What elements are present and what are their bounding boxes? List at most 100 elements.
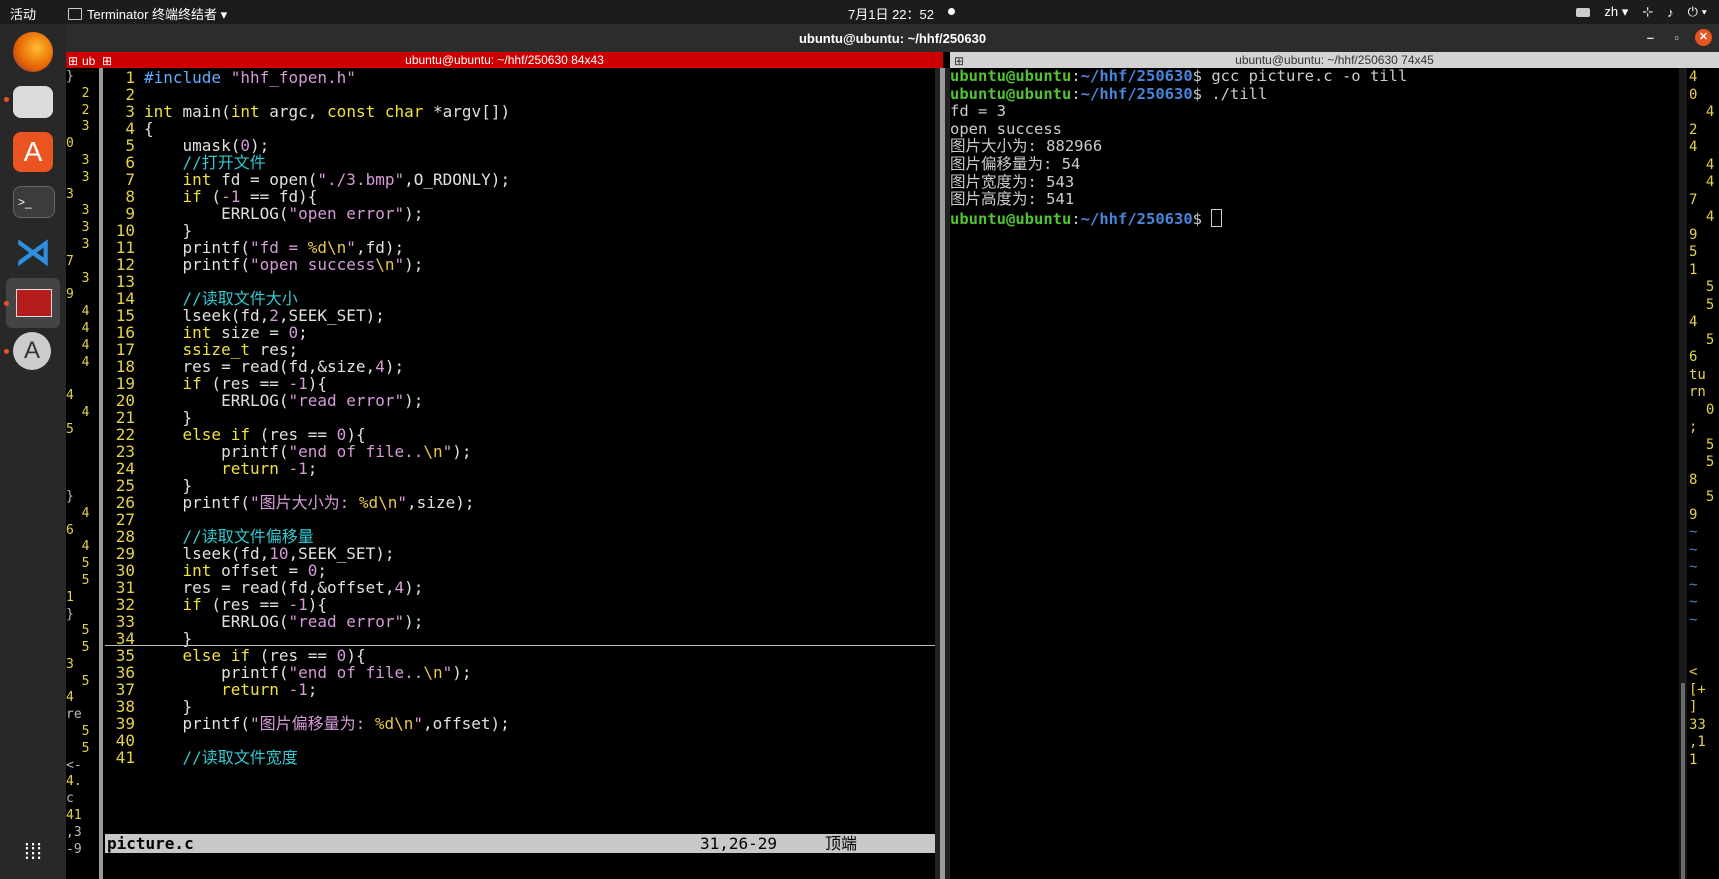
- vscode-icon[interactable]: ⋊: [13, 232, 53, 272]
- split-cell: 7: [1689, 191, 1698, 208]
- right-pane-header[interactable]: ⊞ ubuntu@ubuntu: ~/hhf/250630 74x45: [950, 52, 1719, 68]
- split-cell: <-: [66, 757, 82, 773]
- right-pane-title: ubuntu@ubuntu: ~/hhf/250630 74x45: [1235, 53, 1434, 67]
- code-line[interactable]: 24 return -1;: [105, 459, 318, 479]
- vim-editor[interactable]: 1 #include "hhf_fopen.h" 2 3 int main(int ar…: [105, 68, 935, 879]
- split-cell: 4: [66, 337, 90, 353]
- network-icon[interactable]: ⊹: [1642, 4, 1653, 20]
- grid-icon[interactable]: ⊞: [102, 53, 112, 69]
- scrollbar-thumb[interactable]: [1681, 683, 1685, 879]
- code-text: //读取文件宽度: [144, 748, 298, 767]
- output-line: 图片宽度为: 543: [950, 172, 1075, 191]
- command: gcc picture.c -o till: [1211, 67, 1408, 85]
- split-cell: }: [66, 606, 74, 622]
- files-icon[interactable]: [13, 86, 53, 118]
- split-cell: ,3: [66, 824, 82, 840]
- split-cell: [1689, 646, 1719, 664]
- close-button[interactable]: ✕: [1695, 29, 1712, 46]
- split-cell: [1689, 628, 1719, 646]
- split-cell: 0: [66, 136, 74, 152]
- window-titlebar[interactable]: ubuntu@ubuntu: ~/hhf/250630 – ▫ ✕: [66, 24, 1719, 52]
- split-cell: 4: [66, 505, 90, 521]
- terminal-app-icon: [68, 8, 82, 20]
- terminal-icon[interactable]: >_: [13, 186, 55, 218]
- vim-statusline: picture.c 31,26-29 顶端: [105, 834, 935, 853]
- split-cell: ~: [1689, 541, 1698, 558]
- split-cell: 1: [66, 589, 74, 605]
- split-cell: 7: [66, 253, 74, 269]
- prompt-line: ubuntu@ubuntu:~/hhf/250630$ ./till: [950, 84, 1268, 103]
- split-cell: 0: [1689, 86, 1698, 103]
- terminator-icon: [16, 289, 52, 317]
- split-cell: 4: [66, 304, 90, 320]
- top-bar: 活动 Terminator 终端终结者 ▾ 7月1日 22：52 zh ▾ ⊹ …: [0, 0, 1719, 24]
- split-cell: 5: [66, 740, 90, 756]
- split-cell: 3: [66, 186, 74, 202]
- split-cell: 4: [1689, 69, 1698, 85]
- left-pane-header[interactable]: ⊞ ub ⊞ ubuntu@ubuntu: ~/hhf/250630 84x43: [66, 52, 943, 68]
- pane-divider[interactable]: [935, 68, 950, 879]
- code-line[interactable]: 41 //读取文件宽度: [105, 748, 298, 768]
- split-cell: ~: [1689, 524, 1698, 540]
- minimize-button[interactable]: –: [1647, 30, 1654, 45]
- code-line[interactable]: 3 int main(int argc, const char *argv[]): [105, 102, 510, 122]
- code-line[interactable]: 26 printf("图片大小为: %d\n",size);: [105, 493, 475, 513]
- grid-icon[interactable]: ⊞: [68, 53, 78, 69]
- split-cell: 8: [1689, 471, 1698, 488]
- firefox-icon[interactable]: [13, 32, 53, 72]
- code-line[interactable]: 39 printf("图片偏移量为: %d\n",offset);: [105, 714, 510, 734]
- line-number: 41: [115, 748, 135, 767]
- updater-icon[interactable]: A: [13, 332, 51, 370]
- split-cell: [66, 370, 98, 387]
- power-icon[interactable]: ⏻ ▾: [1688, 4, 1707, 20]
- app-menu[interactable]: Terminator 终端终结者 ▾: [68, 4, 227, 23]
- code-line[interactable]: 1 #include "hhf_fopen.h": [105, 68, 356, 88]
- prompt-line[interactable]: ubuntu@ubuntu:~/hhf/250630$: [950, 208, 1223, 228]
- split-cell: }: [66, 69, 74, 84]
- split-cell: 2: [66, 85, 90, 101]
- split-cell: [66, 471, 98, 488]
- code-text: printf("图片偏移量为: %d\n",offset);: [144, 714, 510, 733]
- split-cell: 1: [1689, 261, 1698, 278]
- activities-button[interactable]: 活动: [10, 4, 36, 23]
- split-cell: 3: [66, 152, 90, 168]
- split-cell: ]: [1689, 699, 1698, 715]
- left-split-column[interactable]: } 2 2 30 3 33 3 3 37 39 4 4 4 44 4 5} 46 …: [66, 68, 98, 879]
- split-cell: 3: [66, 119, 90, 135]
- split-cell: 4: [1689, 209, 1715, 225]
- volume-icon[interactable]: ♪: [1667, 5, 1674, 20]
- split-cell: 3: [66, 270, 90, 286]
- right-split-column[interactable]: 40 424 4 47 4951 5 54 5 6 tu rn 0; 5 58 5 9 ~…: [1689, 68, 1719, 879]
- split-cell: 5: [1689, 331, 1715, 348]
- system-tray[interactable]: zh ▾ ⊹ ♪ ⏻ ▾: [1576, 4, 1707, 20]
- split-cell: 9: [1689, 506, 1698, 523]
- terminator-active-slot[interactable]: [6, 278, 60, 328]
- terminal-output[interactable]: ubuntu@ubuntu:~/hhf/250630$ gcc picture.…: [950, 67, 1680, 879]
- command: ./till: [1211, 84, 1268, 103]
- output-line: 图片大小为: 882966: [950, 137, 1103, 156]
- split-cell: 4: [1689, 314, 1698, 330]
- split-cell: 9: [1689, 226, 1698, 243]
- show-apps-icon[interactable]: ⁞⁞⁞: [13, 832, 53, 872]
- clock[interactable]: 7月1日 22：52: [848, 4, 934, 23]
- split-cell: rn: [1689, 384, 1706, 400]
- code-line[interactable]: 37 return -1;: [105, 680, 318, 700]
- right-scrollbar[interactable]: [1679, 68, 1687, 879]
- output-line: 图片偏移量为: 54: [950, 155, 1081, 173]
- app-menu-label: Terminator 终端终结者: [87, 7, 218, 22]
- split-cell: 4: [66, 539, 90, 555]
- split-cell: [66, 438, 98, 455]
- running-indicator: [4, 301, 9, 306]
- split-cell: 6: [1689, 349, 1698, 365]
- split-cell: 6: [66, 522, 74, 538]
- keyboard-icon[interactable]: [1576, 7, 1591, 17]
- language-indicator[interactable]: zh ▾: [1604, 4, 1628, 20]
- split-cell: 3: [66, 656, 74, 672]
- split-cell: 4: [1689, 104, 1715, 120]
- software-center-icon[interactable]: A: [13, 132, 53, 172]
- code-line[interactable]: 12 printf("open success\n");: [105, 255, 424, 275]
- split-cell: 5: [1689, 296, 1715, 313]
- left-scrollbar[interactable]: [99, 68, 103, 879]
- maximize-button[interactable]: ▫: [1674, 30, 1679, 45]
- split-cell: 5: [66, 556, 90, 572]
